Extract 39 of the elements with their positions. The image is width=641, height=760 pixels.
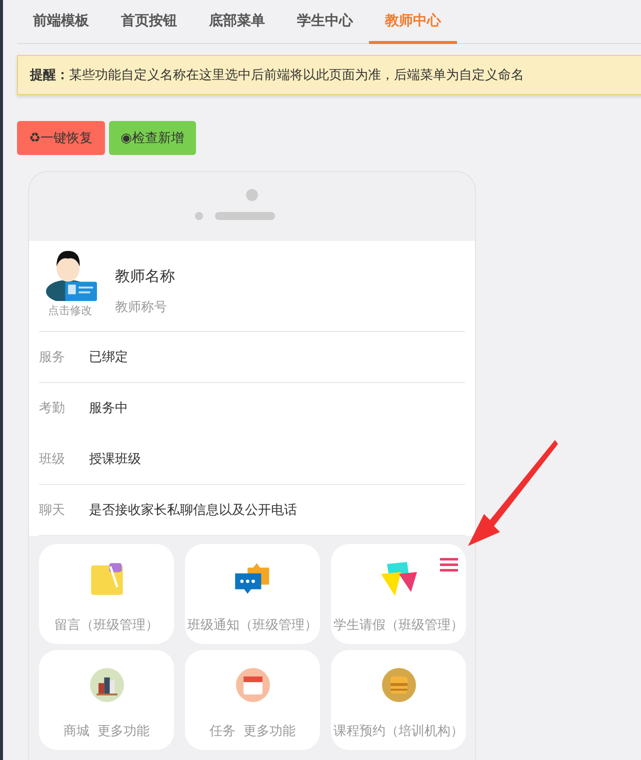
- row-label: 聊天: [39, 502, 66, 519]
- tile-label: 留言（班级管理）: [54, 617, 158, 634]
- menu-icon[interactable]: [440, 558, 458, 572]
- tab[interactable]: 底部菜单: [193, 0, 281, 44]
- petals-icon: [380, 562, 416, 596]
- feature-tile[interactable]: 商城 更多功能: [39, 650, 174, 750]
- check-button[interactable]: ◉检查新增: [108, 121, 196, 155]
- feature-tile[interactable]: 留言（班级管理）: [39, 544, 174, 644]
- wallet-icon: [382, 668, 416, 702]
- row-value: 服务中: [89, 400, 128, 417]
- tab[interactable]: 前端模板: [17, 0, 105, 44]
- tab[interactable]: 教师中心: [369, 0, 457, 44]
- notice-text: 提醒：某些功能自定义名称在这里选中后前端将以此页面为准，后端菜单为自定义命名: [30, 68, 524, 83]
- tile-label: 任务 更多功能: [209, 723, 296, 740]
- feature-tile[interactable]: 课程预约（培训机构）: [331, 650, 466, 750]
- row-label: 服务: [39, 349, 66, 366]
- feature-tile[interactable]: 任务 更多功能: [185, 650, 320, 750]
- tile-label: 商城 更多功能: [63, 723, 150, 740]
- tile-label: 学生请假（班级管理）: [334, 617, 464, 634]
- tab[interactable]: 首页按钮: [105, 0, 193, 44]
- chat-icon: [234, 562, 271, 596]
- books-icon: [90, 668, 124, 702]
- tab[interactable]: 学生中心: [281, 0, 369, 44]
- camera-icon: [246, 189, 258, 201]
- teacher-title: 教师称号: [115, 299, 168, 316]
- feature-tile[interactable]: 班级通知（班级管理）: [185, 544, 320, 644]
- calendar-icon: [236, 668, 270, 702]
- row-label: 班级: [39, 451, 66, 468]
- row-value: 是否接收家长私聊信息以及公开电话: [89, 502, 297, 519]
- row-label: 考勤: [39, 400, 66, 417]
- tile-label: 班级通知（班级管理）: [188, 617, 318, 634]
- tile-label: 课程预约（培训机构）: [334, 723, 464, 740]
- feature-tile[interactable]: 学生请假（班级管理）: [331, 544, 466, 644]
- row-value: 授课班级: [89, 451, 141, 468]
- avatar-caption[interactable]: 点击修改: [48, 303, 92, 318]
- teacher-name: 教师名称: [115, 267, 175, 286]
- row-value: 已绑定: [89, 349, 128, 366]
- folder-icon: [90, 562, 124, 596]
- restore-button[interactable]: ♻一键恢复: [17, 121, 105, 155]
